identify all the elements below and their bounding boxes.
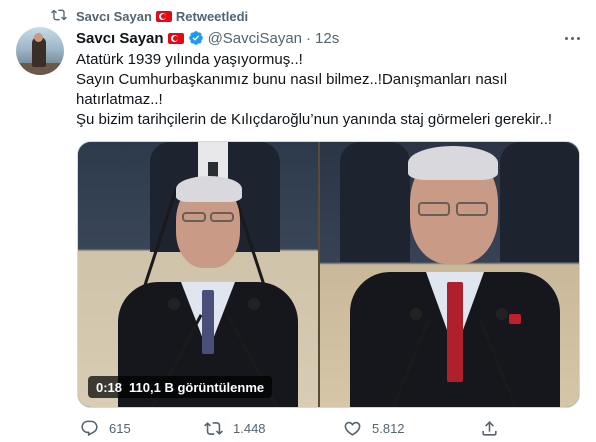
tweet-timestamp[interactable]: 12s <box>315 30 339 47</box>
tweet-header: Savcı Sayan @SavciSayan · 12s <box>76 28 339 48</box>
tweet-text-line: Atatürk 1939 yılında yaşıyormuş..! <box>76 51 303 68</box>
reply-icon <box>81 420 98 436</box>
retweet-count: 1.448 <box>233 420 266 436</box>
video-frame-left <box>78 142 318 407</box>
heart-icon <box>344 421 361 436</box>
video-info-overlay: 0:18 110,1 B görüntülenme <box>88 376 273 398</box>
share-icon <box>482 420 497 436</box>
video-frame-right <box>320 142 579 407</box>
tweet-text: Atatürk 1939 yılında yaşıyormuş..! Sayın… <box>76 50 586 130</box>
separator-dot: · <box>306 29 312 47</box>
retweet-banner[interactable]: Savcı Sayan Retweetledi <box>76 9 248 24</box>
like-count: 5.812 <box>372 420 405 436</box>
user-handle[interactable]: @SavciSayan <box>208 30 302 47</box>
retweet-icon <box>51 9 67 21</box>
video-player[interactable]: 0:18 110,1 B görüntülenme <box>77 141 580 408</box>
retweet-icon <box>204 421 223 435</box>
retweet-button[interactable]: 1.448 <box>204 417 266 439</box>
retweeter-name[interactable]: Savcı Sayan <box>76 9 152 24</box>
tweet-text-line: hatırlatmaz..! <box>76 91 163 108</box>
retweet-label: Retweetledi <box>175 9 249 24</box>
tweet-text-line: Sayın Cumhurbaşkanımız bunu nasıl bilmez… <box>76 71 508 88</box>
turkey-flag-icon <box>155 11 172 22</box>
share-button[interactable] <box>480 417 499 439</box>
more-options-icon[interactable] <box>562 30 582 46</box>
tweet-text-line: Şu bizim tarihçilerin de Kılıçdaroğlu’nu… <box>76 111 553 128</box>
avatar[interactable] <box>16 27 64 75</box>
reply-count: 615 <box>109 420 131 436</box>
display-name[interactable]: Savcı Sayan <box>76 30 164 47</box>
tweet-action-bar: 615 1.448 5.812 <box>76 417 499 439</box>
like-button[interactable]: 5.812 <box>343 417 405 439</box>
turkey-flag-icon <box>167 32 184 44</box>
video-duration: 0:18 <box>96 379 123 395</box>
video-view-count: 110,1 B görüntülenme <box>129 379 265 395</box>
reply-button[interactable]: 615 <box>80 417 131 439</box>
verified-badge-icon <box>188 31 203 45</box>
